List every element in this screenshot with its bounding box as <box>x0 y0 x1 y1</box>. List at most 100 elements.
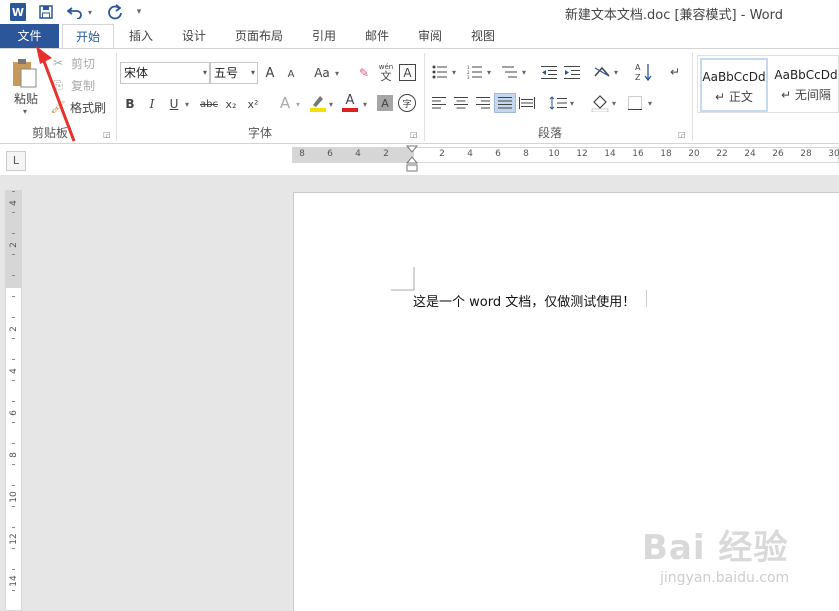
chevron-down-icon[interactable]: ▾ <box>294 95 302 113</box>
strikethrough-button[interactable]: abc <box>198 95 220 113</box>
italic-button[interactable]: I <box>144 95 160 113</box>
tab-insert[interactable]: 插入 <box>117 24 165 48</box>
phonetic-guide-button[interactable]: wén 文 <box>377 60 395 84</box>
watermark-url: jingyan.baidu.com <box>660 570 790 586</box>
style-normal[interactable]: AaBbCcDd ↵ 正文 <box>700 58 768 112</box>
ruler-tick <box>12 317 15 318</box>
ruler-number: 30 <box>828 149 839 159</box>
tab-page-layout[interactable]: 页面布局 <box>226 24 292 48</box>
paste-dropdown-icon[interactable]: ▾ <box>19 106 31 116</box>
show-marks-icon[interactable]: ↵ <box>666 63 684 81</box>
justify-icon[interactable] <box>494 93 516 113</box>
tab-mailings[interactable]: 邮件 <box>353 24 401 48</box>
save-icon[interactable] <box>38 3 54 21</box>
ruler-tick <box>12 296 15 297</box>
highlight-button[interactable] <box>309 93 327 113</box>
ruler-number: 12 <box>9 533 19 545</box>
document-text[interactable]: 这是一个 word 文档，仅做测试使用！ <box>413 291 635 310</box>
style-name-label: ↵ 无间隔 <box>781 88 831 102</box>
ruler-tick <box>12 506 15 507</box>
multilevel-list-icon[interactable] <box>500 63 520 81</box>
chevron-down-icon[interactable]: ▾ <box>361 95 369 113</box>
word-logo-icon: W <box>10 3 26 21</box>
undo-dropdown-icon[interactable]: ▾ <box>86 3 94 21</box>
align-right-icon[interactable] <box>474 95 492 111</box>
grow-font-button[interactable]: A <box>262 64 278 82</box>
redo-icon[interactable] <box>106 3 124 21</box>
align-left-icon[interactable] <box>430 95 448 111</box>
clipboard-icon[interactable] <box>10 57 40 89</box>
increase-indent-icon[interactable] <box>563 63 581 81</box>
ruler-number: 8 <box>9 452 19 458</box>
svg-text:3: 3 <box>467 75 470 79</box>
shrink-font-button[interactable]: A <box>284 66 298 82</box>
chevron-down-icon[interactable]: ▾ <box>327 95 335 113</box>
underline-button[interactable]: U <box>166 95 182 113</box>
tab-home[interactable]: 开始 <box>62 24 114 49</box>
numbering-icon[interactable]: 123 <box>465 63 485 81</box>
clipboard-launcher-icon[interactable]: ◲ <box>103 130 111 139</box>
ruler-tick <box>12 548 15 549</box>
chevron-down-icon[interactable]: ▾ <box>612 63 620 81</box>
decrease-indent-icon[interactable] <box>540 63 558 81</box>
chevron-down-icon: ▾ <box>202 68 207 77</box>
shading-icon[interactable] <box>590 93 610 113</box>
bold-button[interactable]: B <box>122 95 138 113</box>
chevron-down-icon[interactable]: ▾ <box>520 63 528 81</box>
text-effect-button[interactable]: A <box>276 93 294 113</box>
style-no-spacing[interactable]: AaBbCcDd ↵ 无间隔 <box>772 58 839 112</box>
vertical-ruler[interactable]: 4 2 2 4 6 8 10 12 14 <box>5 190 22 611</box>
chevron-down-icon[interactable]: ▾ <box>610 95 618 111</box>
tab-references[interactable]: 引用 <box>300 24 348 48</box>
svg-text:Z: Z <box>635 73 641 82</box>
tab-file[interactable]: 文件 <box>0 24 59 48</box>
ruler-number: 24 <box>744 149 756 159</box>
customize-toolbar-icon[interactable]: ▾ <box>134 3 144 21</box>
align-center-icon[interactable] <box>452 95 470 111</box>
text-direction-icon[interactable] <box>592 63 612 81</box>
sort-icon[interactable]: AZ <box>634 61 654 83</box>
ruler-tick <box>12 527 15 528</box>
paragraph-mark-icon: ↵ <box>715 90 729 104</box>
paste-button[interactable]: 粘贴 <box>12 90 40 106</box>
tab-design[interactable]: 设计 <box>170 24 218 48</box>
superscript-button[interactable]: x² <box>244 95 262 113</box>
clipboard-group-label: 剪贴板 <box>31 126 68 140</box>
font-name-combo[interactable]: 宋体 ▾ <box>120 62 210 84</box>
font-size-combo[interactable]: 五号 ▾ <box>210 62 258 84</box>
ruler-tick <box>12 464 15 465</box>
ruler-tick <box>12 191 15 192</box>
chevron-down-icon[interactable]: ▾ <box>646 95 654 111</box>
horizontal-ruler[interactable]: 8 6 4 2 2 4 6 8 10 12 14 16 18 20 22 24 26 28 30 <box>292 147 839 163</box>
chevron-down-icon[interactable]: ▾ <box>333 64 341 82</box>
ruler-number: 4 <box>9 200 19 206</box>
bullets-icon[interactable] <box>430 63 450 81</box>
style-name-label: ↵ 正文 <box>715 90 753 104</box>
chevron-down-icon[interactable]: ▾ <box>568 95 576 111</box>
chevron-down-icon[interactable]: ▾ <box>450 63 458 81</box>
change-case-button[interactable]: Aa <box>311 64 333 82</box>
chevron-down-icon[interactable]: ▾ <box>485 63 493 81</box>
borders-icon[interactable] <box>626 95 644 111</box>
undo-icon[interactable] <box>66 3 84 21</box>
clear-format-icon[interactable]: ✎ <box>355 64 373 82</box>
paragraph-launcher-icon[interactable]: ◲ <box>678 130 686 139</box>
char-shading-button[interactable]: A <box>377 95 393 111</box>
font-color-button[interactable]: A <box>341 93 359 113</box>
line-spacing-icon[interactable] <box>548 95 568 111</box>
enclose-char-button[interactable]: 字 <box>398 94 416 112</box>
paragraph-mark-icon: ↵ <box>781 88 795 102</box>
tab-view[interactable]: 视图 <box>459 24 507 48</box>
tab-selector[interactable]: L <box>6 151 26 171</box>
indent-marker-icon[interactable] <box>405 144 419 174</box>
chevron-down-icon[interactable]: ▾ <box>183 95 191 113</box>
subscript-button[interactable]: x₂ <box>222 95 240 113</box>
distributed-icon[interactable] <box>518 95 536 111</box>
copy-button[interactable]: 复制 <box>68 77 98 93</box>
font-launcher-icon[interactable]: ◲ <box>410 130 418 139</box>
ruler-tick <box>12 380 15 381</box>
char-border-button[interactable]: A <box>399 64 416 81</box>
tab-review[interactable]: 审阅 <box>406 24 454 48</box>
format-painter-button[interactable]: 格式刷 <box>68 99 108 115</box>
cut-button[interactable]: 剪切 <box>68 55 98 71</box>
